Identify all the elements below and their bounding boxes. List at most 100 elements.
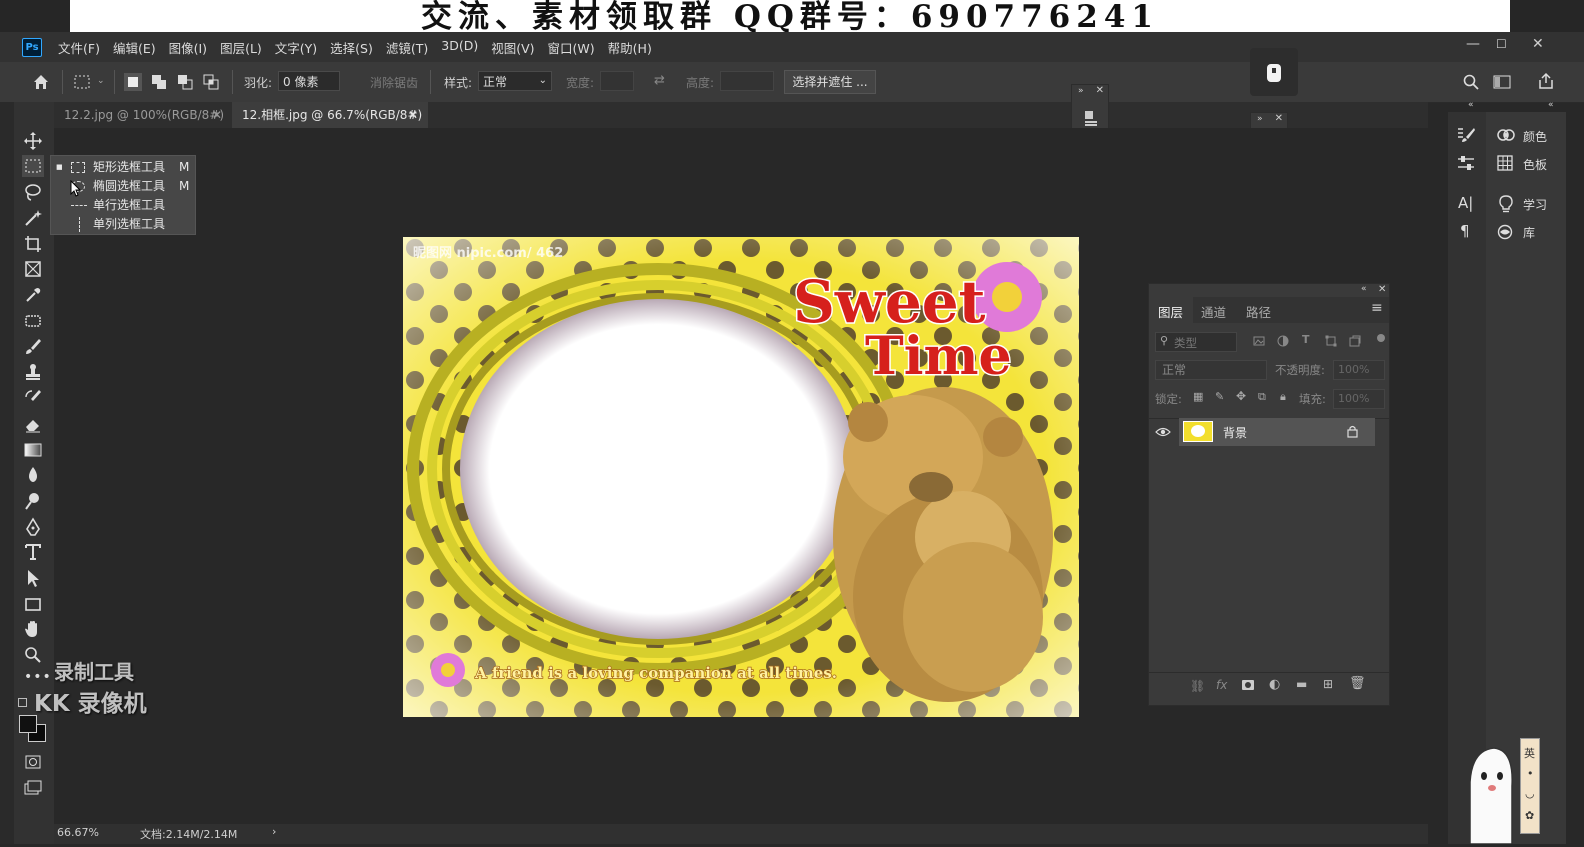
dock-swatches-label[interactable]: 色板 bbox=[1523, 156, 1547, 173]
flyout-item-single-row[interactable]: 单行选框工具 bbox=[51, 196, 197, 215]
swap-icon[interactable]: ⇄ bbox=[654, 73, 665, 88]
collapse-icon[interactable]: « bbox=[1468, 100, 1474, 110]
subtract-selection-icon[interactable] bbox=[176, 73, 194, 91]
menu-select[interactable]: 选择(S) bbox=[330, 38, 373, 57]
dock-libraries-label[interactable]: 库 bbox=[1523, 224, 1535, 241]
tab-paths[interactable]: 路径 bbox=[1246, 302, 1271, 321]
fx-icon[interactable]: fx bbox=[1216, 678, 1227, 692]
hand-tool-icon[interactable] bbox=[22, 618, 44, 640]
brush-tool-icon[interactable] bbox=[22, 336, 44, 358]
new-group-icon[interactable]: ▬ bbox=[1296, 677, 1307, 691]
marquee-preset-icon[interactable] bbox=[73, 73, 91, 91]
ime-language[interactable]: 英 bbox=[1524, 745, 1535, 761]
menu-window[interactable]: 窗口(W) bbox=[548, 38, 595, 57]
properties-icon[interactable] bbox=[1082, 109, 1100, 127]
close-icon[interactable]: ✕ bbox=[1378, 284, 1386, 295]
workspace-icon[interactable] bbox=[1493, 73, 1511, 91]
crop-tool-icon[interactable] bbox=[22, 233, 44, 255]
lock-pixels-icon[interactable]: ✎ bbox=[1215, 390, 1224, 403]
tab-document-2[interactable]: 12.相框.jpg @ 66.7%(RGB/8#) ✕ bbox=[232, 102, 428, 128]
menu-image[interactable]: 图像(I) bbox=[169, 38, 207, 57]
lock-artboard-icon[interactable]: ⧉ bbox=[1258, 390, 1266, 404]
close-icon[interactable]: ✕ bbox=[1275, 113, 1283, 124]
height-input[interactable] bbox=[720, 71, 774, 91]
close-icon[interactable]: ✕ bbox=[1096, 85, 1104, 96]
collapse-icon[interactable]: « bbox=[1361, 284, 1367, 294]
brush-settings-icon[interactable] bbox=[1456, 126, 1476, 144]
lock-transparent-icon[interactable]: ▦ bbox=[1193, 390, 1203, 403]
opacity-input[interactable]: 100% bbox=[1333, 360, 1385, 380]
new-adjustment-icon[interactable]: ◐ bbox=[1269, 677, 1280, 692]
intersect-selection-icon[interactable] bbox=[202, 73, 220, 91]
expand-icon[interactable]: » bbox=[1078, 86, 1084, 96]
menu-file[interactable]: 文件(F) bbox=[58, 38, 100, 57]
tab-channels[interactable]: 通道 bbox=[1201, 302, 1226, 321]
path-selection-icon[interactable] bbox=[22, 567, 44, 589]
new-layer-icon[interactable]: ⊞ bbox=[1323, 677, 1333, 691]
select-and-mask-button[interactable]: 选择并遮住 ... bbox=[784, 70, 876, 94]
type-tool-icon[interactable] bbox=[22, 541, 44, 563]
libraries-icon[interactable] bbox=[1495, 224, 1515, 240]
magic-wand-icon[interactable] bbox=[22, 207, 44, 229]
layer-row-background[interactable]: 背景 bbox=[1179, 418, 1375, 446]
zoom-tool-icon[interactable] bbox=[22, 644, 44, 666]
flyout-item-single-column[interactable]: 单列选框工具 bbox=[51, 215, 197, 234]
menu-view[interactable]: 视图(V) bbox=[491, 38, 534, 57]
marquee-tool-icon[interactable] bbox=[22, 155, 44, 177]
more-tools-icon[interactable]: ••• bbox=[24, 669, 52, 685]
home-icon[interactable] bbox=[32, 73, 50, 91]
link-layers-icon[interactable]: ⛓ bbox=[1190, 679, 1205, 693]
tab-layers[interactable]: 图层 bbox=[1158, 302, 1183, 321]
menu-layer[interactable]: 图层(L) bbox=[220, 38, 262, 57]
add-selection-icon[interactable] bbox=[150, 73, 168, 91]
menu-3d[interactable]: 3D(D) bbox=[441, 38, 478, 57]
filter-adjustment-icon[interactable] bbox=[1277, 335, 1289, 347]
tab-document-1[interactable]: 12.2.jpg @ 100%(RGB/8#) ✕ bbox=[54, 102, 232, 128]
expand-icon[interactable]: » bbox=[1257, 114, 1263, 124]
share-icon[interactable] bbox=[1537, 72, 1555, 90]
stamp-tool-icon[interactable] bbox=[22, 361, 44, 383]
style-select[interactable]: 正常 ⌄ bbox=[478, 71, 552, 91]
dock-color-label[interactable]: 颜色 bbox=[1523, 128, 1547, 145]
menu-filter[interactable]: 滤镜(T) bbox=[386, 38, 428, 57]
maximize-icon[interactable]: ☐ bbox=[1496, 37, 1507, 51]
document-canvas[interactable]: 昵图网 nipic.com/ 462 Sweet Time A friend i… bbox=[403, 237, 1079, 717]
menu-type[interactable]: 文字(Y) bbox=[275, 38, 317, 57]
search-icon[interactable] bbox=[1462, 73, 1480, 91]
lasso-tool-icon[interactable] bbox=[22, 181, 44, 203]
antialias-checkbox[interactable]: 消除锯齿 bbox=[370, 74, 418, 91]
ime-mode[interactable]: ◡ bbox=[1525, 787, 1535, 800]
move-tool-icon[interactable] bbox=[22, 130, 44, 152]
add-mask-icon[interactable] bbox=[1242, 680, 1254, 690]
panel-menu-icon[interactable]: ≡ bbox=[1371, 300, 1383, 316]
recorder-widget[interactable] bbox=[1250, 48, 1298, 96]
paragraph-icon[interactable]: ¶ bbox=[1460, 222, 1470, 240]
minimize-icon[interactable]: — bbox=[1466, 36, 1480, 52]
feather-input[interactable]: 0 像素 bbox=[278, 71, 340, 91]
color-panel-icon[interactable] bbox=[1496, 126, 1516, 144]
frame-tool-icon[interactable] bbox=[22, 258, 44, 280]
visibility-eye-icon[interactable] bbox=[1155, 421, 1173, 443]
zoom-level[interactable]: 66.67% bbox=[57, 826, 99, 839]
tab-close-icon[interactable]: ✕ bbox=[212, 102, 222, 128]
pen-tool-icon[interactable] bbox=[22, 516, 44, 538]
blur-tool-icon[interactable] bbox=[22, 464, 44, 486]
new-selection-icon[interactable] bbox=[124, 73, 142, 91]
filter-shape-icon[interactable] bbox=[1325, 335, 1337, 347]
tab-close-icon[interactable]: ✕ bbox=[408, 102, 418, 128]
quick-mask-icon[interactable] bbox=[22, 751, 44, 773]
menu-help[interactable]: 帮助(H) bbox=[608, 38, 652, 57]
default-colors-icon[interactable] bbox=[18, 698, 27, 707]
lock-icon[interactable] bbox=[1347, 425, 1358, 438]
eraser-tool-icon[interactable] bbox=[22, 413, 44, 435]
eyedropper-icon[interactable] bbox=[22, 284, 44, 306]
flyout-item-rect-marquee[interactable]: ■ 矩形选框工具 M bbox=[51, 158, 197, 177]
dodge-tool-icon[interactable] bbox=[22, 490, 44, 512]
layer-filter-select[interactable]: ⚲ 类型 bbox=[1155, 332, 1237, 352]
blend-mode-select[interactable]: 正常 bbox=[1155, 360, 1267, 380]
screen-mode-icon[interactable] bbox=[22, 777, 44, 799]
character-icon[interactable]: A| bbox=[1458, 194, 1473, 212]
filter-smart-object-icon[interactable] bbox=[1349, 335, 1361, 347]
filter-pixel-icon[interactable] bbox=[1253, 335, 1265, 347]
gradient-tool-icon[interactable] bbox=[22, 439, 44, 461]
